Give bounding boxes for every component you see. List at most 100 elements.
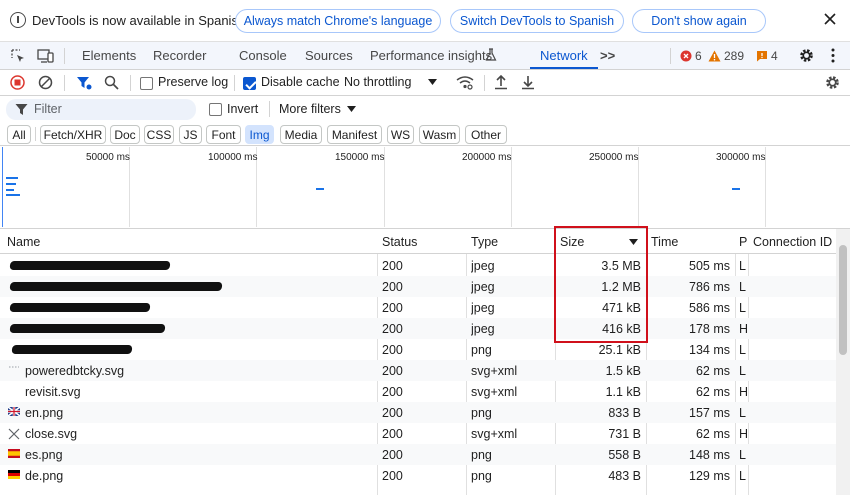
table-row[interactable]: de.png 200 png 483 B 129 ms L [0,465,836,486]
chevron-down-icon[interactable] [347,106,356,112]
cell-status: 200 [382,343,403,357]
record-stop-icon[interactable] [10,75,25,90]
cell-status: 200 [382,469,403,483]
chip-all[interactable]: All [7,125,31,144]
more-options-icon[interactable] [831,48,835,63]
table-row[interactable]: es.png 200 png 558 B 148 ms L [0,444,836,465]
more-tabs-button[interactable]: >> [600,48,615,63]
chip-font[interactable]: Font [206,125,241,144]
cell-type: png [471,406,492,420]
filter-input[interactable]: Filter [6,99,196,120]
filter-row: Filter Invert More filters [0,96,850,122]
chip-fetch-xhr[interactable]: Fetch/XHR [40,125,106,144]
preserve-log-checkbox[interactable] [140,77,153,90]
cell-type: svg+xml [471,385,518,399]
column-header-connection-id[interactable]: Connection ID [753,235,832,249]
cell-priority: L [739,259,746,273]
tab-network[interactable]: Network [540,48,588,63]
cell-priority: L [739,448,746,462]
device-toolbar-icon[interactable] [37,48,55,64]
cell-name: en.png [25,406,64,420]
svg-preview-icon [8,365,20,369]
table-row[interactable]: en.png 200 png 833 B 157 ms L [0,402,836,423]
cell-type: png [471,448,492,462]
chip-other[interactable]: Other [465,125,507,144]
chip-manifest[interactable]: Manifest [327,125,382,144]
overview-tick: 250000 ms [589,152,639,163]
network-conditions-icon[interactable] [456,75,474,90]
table-row[interactable]: close.svg 200 svg+xml 731 B 62 ms H [0,423,836,444]
column-header-time[interactable]: Time [651,235,678,249]
chip-doc[interactable]: Doc [110,125,140,144]
tab-elements[interactable]: Elements [82,48,136,63]
chip-css[interactable]: CSS [144,125,174,144]
chip-media[interactable]: Media [280,125,322,144]
throttling-select[interactable]: No throttling [344,75,411,89]
disable-cache-checkbox[interactable] [243,77,256,90]
column-header-priority[interactable]: P [739,235,747,249]
table-row[interactable]: 200 jpeg 1.2 MB 786 ms L [0,276,836,297]
tab-recorder[interactable]: Recorder [153,48,206,63]
issues-badge[interactable]: 4 [756,49,778,63]
cell-priority: H [739,322,748,336]
cell-time: 586 ms [689,301,730,315]
settings-gear-icon[interactable] [798,47,815,64]
errors-badge[interactable]: 6 [680,49,702,63]
disable-cache-label[interactable]: Disable cache [261,75,340,89]
cell-status: 200 [382,385,403,399]
more-filters-dropdown[interactable]: More filters [279,102,341,116]
table-row[interactable]: 200 jpeg 471 kB 586 ms L [0,297,836,318]
overview-request-bar [732,188,740,190]
clear-icon[interactable] [38,75,53,90]
warnings-badge[interactable]: 289 [708,49,744,63]
column-header-type[interactable]: Type [471,235,498,249]
chevron-down-icon[interactable] [428,79,437,85]
redacted-filename [11,345,133,354]
overview-request-bar [6,177,18,179]
network-settings-gear-icon[interactable] [824,74,841,91]
overview-tick: 100000 ms [208,152,258,163]
always-match-language-button[interactable]: Always match Chrome's language [235,9,441,33]
table-row[interactable]: revisit.svg 200 svg+xml 1.1 kB 62 ms H [0,381,836,402]
invert-checkbox[interactable] [209,103,222,116]
cell-status: 200 [382,322,403,336]
switch-to-spanish-button[interactable]: Switch DevTools to Spanish [450,9,624,33]
inspect-element-icon[interactable] [10,48,26,64]
export-har-download-icon[interactable] [521,74,535,90]
scroll-thumb[interactable] [839,245,847,355]
dont-show-again-button[interactable]: Don't show again [632,9,766,33]
chip-js[interactable]: JS [179,125,202,144]
chip-wasm[interactable]: Wasm [419,125,460,144]
column-header-status[interactable]: Status [382,235,417,249]
table-row[interactable]: 200 png 25.1 kB 134 ms L [0,339,836,360]
close-icon[interactable] [822,11,838,27]
invert-label[interactable]: Invert [227,102,258,116]
cell-type: png [471,343,492,357]
table-row[interactable]: poweredbtcky.svg 200 svg+xml 1.5 kB 62 ms L [0,360,836,381]
filter-funnel-icon[interactable] [76,75,92,91]
cell-type: jpeg [471,280,495,294]
tab-performance-insights[interactable]: Performance insights [370,48,492,63]
table-header: Name Status Type Size Time P Connection … [0,229,836,254]
search-icon[interactable] [104,75,119,90]
info-icon [10,12,26,28]
tab-sources[interactable]: Sources [305,48,353,63]
cell-time: 62 ms [695,364,730,378]
table-row[interactable]: 200 jpeg 416 kB 178 ms H [0,318,836,339]
cell-time: 129 ms [689,469,730,483]
cell-time: 134 ms [689,343,730,357]
preserve-log-label[interactable]: Preserve log [158,75,228,89]
column-header-name[interactable]: Name [7,235,40,249]
flask-icon [485,48,497,62]
table-row[interactable]: 200 jpeg 3.5 MB 505 ms L [0,255,836,276]
network-overview-timeline[interactable]: 50000 ms 100000 ms 150000 ms 200000 ms 2… [0,147,850,229]
tab-console[interactable]: Console [239,48,287,63]
import-har-upload-icon[interactable] [494,74,508,90]
chip-ws[interactable]: WS [387,125,414,144]
cell-priority: H [739,427,748,441]
chip-img[interactable]: Img [245,125,274,144]
cell-time: 148 ms [689,448,730,462]
table-scrollbar[interactable] [836,229,850,495]
warning-icon [708,50,721,62]
cell-time: 786 ms [689,280,730,294]
